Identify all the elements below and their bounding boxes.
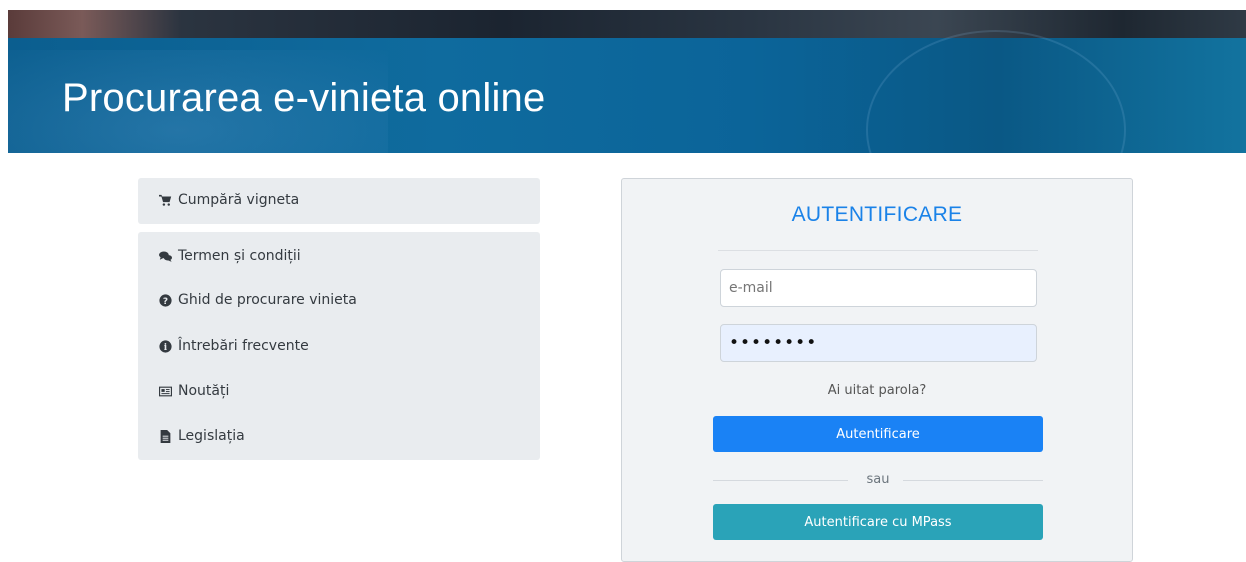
separator-line-right [903,480,1043,481]
menu-item-label: Cumpără vigneta [178,192,300,208]
cart-icon [158,193,172,207]
menu-item-terms[interactable]: Termen și condiții [158,248,301,264]
comments-icon [158,249,172,263]
menu-item-label: Noutăți [178,383,230,399]
svg-text:?: ? [162,296,167,306]
menu-item-guide[interactable]: ? Ghid de procurare vinieta [158,292,357,308]
password-field[interactable] [720,324,1037,362]
newspaper-icon [158,384,172,398]
page-title: Procurarea e-vinieta online [62,76,546,120]
menu-item-label: Legislația [178,428,245,444]
info-menu-panel: Termen și condiții ? Ghid de procurare v… [138,232,540,460]
menu-item-faq[interactable]: i Întrebări frecvente [158,338,309,354]
or-separator: sau [713,472,1043,488]
menu-item-label: Termen și condiții [178,248,301,264]
menu-item-label: Ghid de procurare vinieta [178,292,357,308]
question-circle-icon: ? [158,293,172,307]
login-button[interactable]: Autentificare [713,416,1043,452]
header-banner: Procurarea e-vinieta online [8,10,1246,153]
buy-vignette-panel: Cumpără vigneta [138,178,540,224]
title-divider [718,250,1038,251]
forgot-password-link[interactable]: Ai uitat parola? [622,383,1132,398]
login-card: AUTENTIFICARE Ai uitat parola? Autentifi… [621,178,1133,562]
menu-item-buy-vignette[interactable]: Cumpără vigneta [158,192,299,208]
login-title: AUTENTIFICARE [791,203,963,226]
info-circle-icon: i [158,339,172,353]
banner-dashboard-dial [866,30,1126,153]
banner-photo-strip [8,10,1246,38]
menu-item-label: Întrebări frecvente [178,338,309,354]
file-icon [158,429,172,443]
menu-item-legislation[interactable]: Legislația [158,428,245,444]
mpass-login-button[interactable]: Autentificare cu MPass [713,504,1043,540]
email-field[interactable] [720,269,1037,307]
menu-item-news[interactable]: Noutăți [158,383,229,399]
